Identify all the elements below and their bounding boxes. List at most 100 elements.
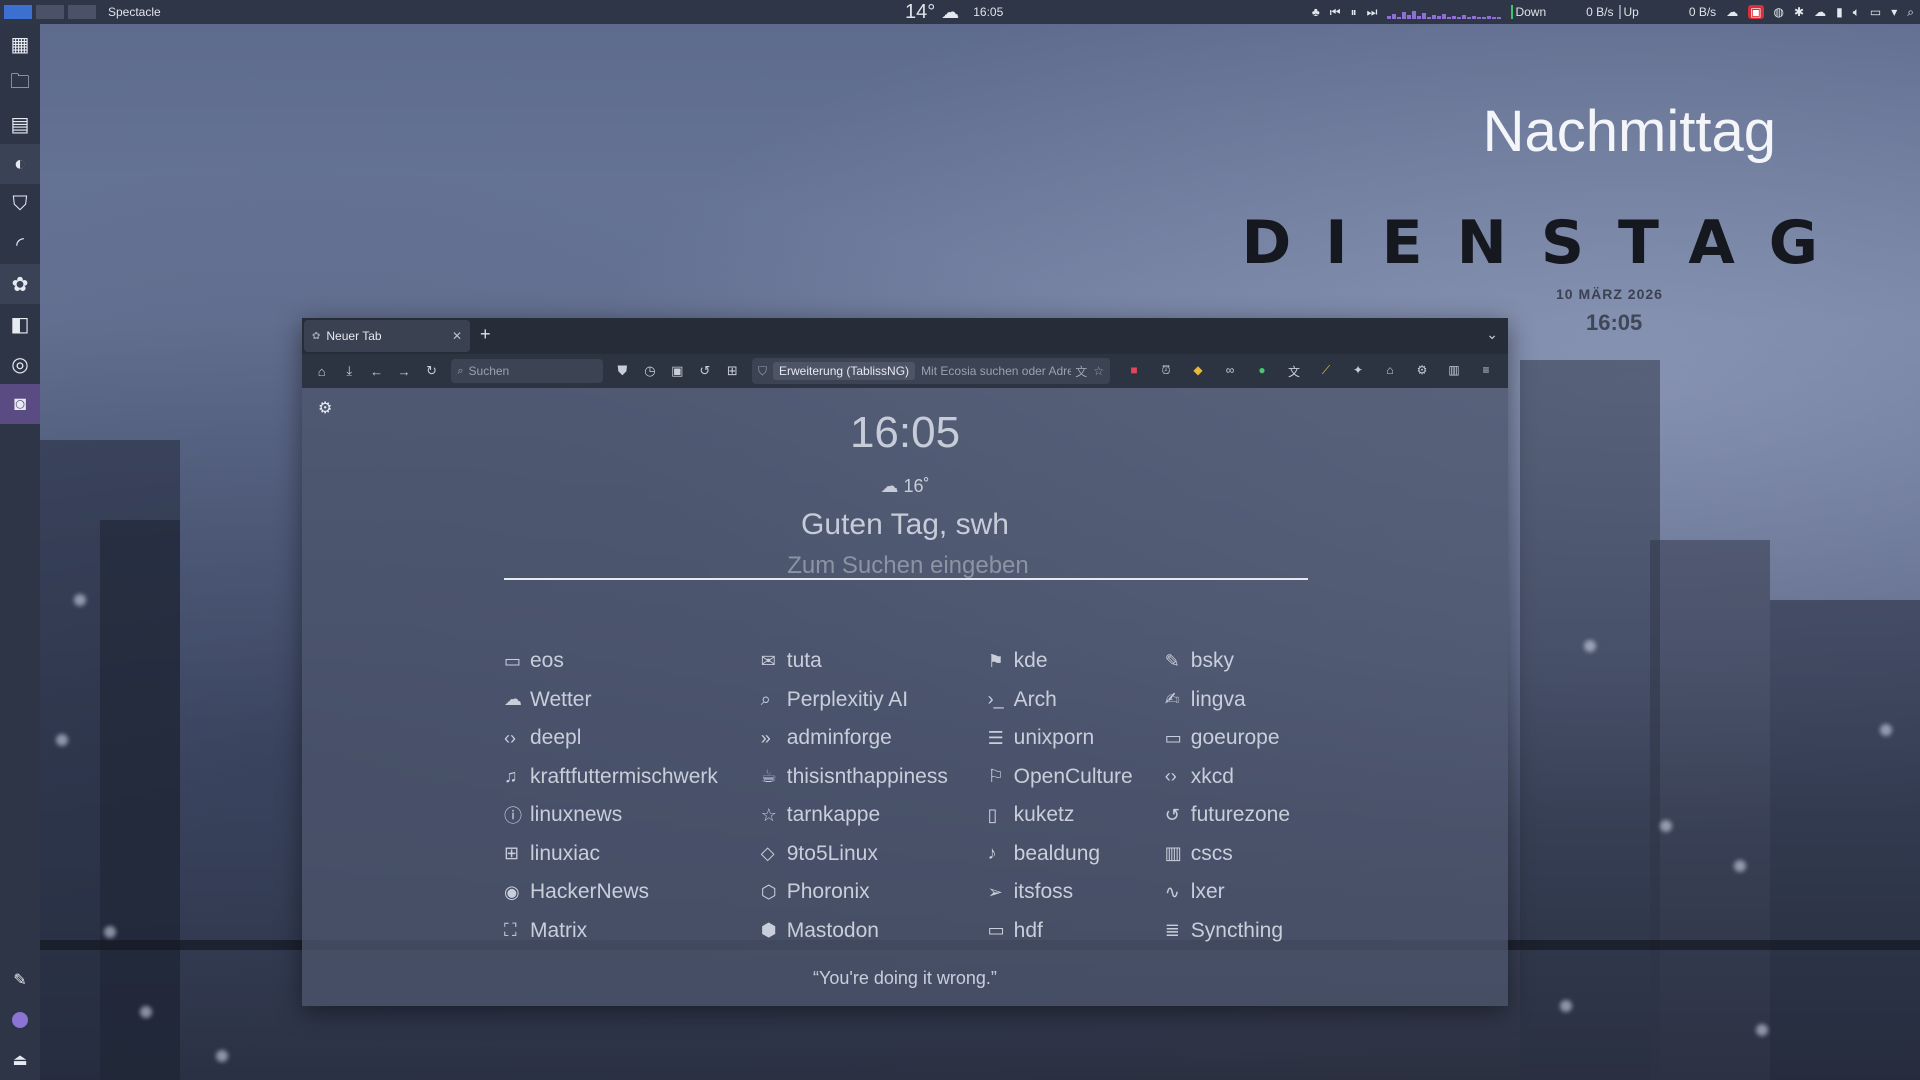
- cloud-sync-icon[interactable]: ☁: [1814, 5, 1826, 19]
- pause-icon[interactable]: ⏸: [1351, 5, 1357, 20]
- search-icon[interactable]: ⌕: [1907, 5, 1914, 20]
- quick-link[interactable]: ∿ lxer: [1165, 880, 1324, 904]
- app-tray-icon[interactable]: ▣: [1748, 5, 1764, 19]
- browser-icon[interactable]: ◐: [0, 144, 40, 184]
- tab-new-tab[interactable]: ✿ Neuer Tab ✕: [304, 320, 470, 352]
- chevron-down-icon[interactable]: ▾: [1891, 5, 1897, 19]
- quick-link[interactable]: ⊞ linuxiac: [504, 842, 761, 866]
- rss-icon[interactable]: ◜: [0, 224, 40, 264]
- quick-link[interactable]: ➢ itsfoss: [988, 880, 1165, 904]
- tab-title: Neuer Tab: [326, 329, 382, 343]
- history-icon[interactable]: ◷: [636, 363, 663, 379]
- eject-icon[interactable]: ⏏: [0, 1040, 40, 1080]
- quick-link[interactable]: ☆ tarnkappe: [761, 803, 988, 827]
- app-grid-icon[interactable]: ▦: [0, 24, 40, 64]
- quick-link[interactable]: ♫ kraftfuttermischwerk: [504, 765, 761, 789]
- extensions-grid-icon[interactable]: ⊞: [719, 363, 746, 379]
- quick-link-label: Syncthing: [1190, 918, 1284, 942]
- quick-link[interactable]: ✉ tuta: [761, 649, 988, 673]
- quick-link[interactable]: ▭ goeurope: [1165, 726, 1324, 750]
- quick-link[interactable]: ◉ HackerNews: [504, 880, 761, 904]
- chart-extension-icon[interactable]: ⟋: [1310, 363, 1342, 380]
- quick-link[interactable]: ⚑ kde: [988, 649, 1165, 673]
- alarm-extension-icon[interactable]: ⏰︎: [1150, 363, 1182, 380]
- volume-icon[interactable]: 🔈︎: [1853, 5, 1860, 20]
- newtab-search-input[interactable]: [504, 550, 1312, 582]
- quick-link[interactable]: ‹› deepl: [504, 726, 761, 750]
- calendar-icon[interactable]: ▣: [664, 363, 691, 379]
- quick-link[interactable]: ⛶ Matrix: [504, 919, 761, 943]
- back-icon[interactable]: ←: [363, 364, 390, 379]
- quick-link[interactable]: ⌕ Perplexitiy AI: [761, 688, 988, 712]
- bookmark-star-icon[interactable]: ☆: [1093, 364, 1104, 378]
- sidebar-icon[interactable]: ▥: [1438, 363, 1470, 380]
- forward-icon[interactable]: →: [390, 364, 417, 379]
- quick-link[interactable]: ↺ futurezone: [1165, 803, 1324, 827]
- translate-icon[interactable]: 文: [1075, 363, 1087, 380]
- menu-icon[interactable]: ≡: [1470, 363, 1502, 380]
- lightning-extension-icon[interactable]: ◆: [1182, 363, 1214, 380]
- quick-link[interactable]: ⓘ linuxnews: [504, 802, 761, 828]
- shield-icon[interactable]: ⛉: [758, 364, 767, 379]
- panel-clock-weather[interactable]: 14° ☁ 16:05: [905, 0, 1003, 24]
- quick-link[interactable]: ≣ Syncthing: [1165, 919, 1324, 943]
- network-graph: [1387, 5, 1502, 19]
- quick-link-label: lxer: [1190, 880, 1225, 904]
- quick-link[interactable]: ▭ hdf: [988, 919, 1165, 943]
- ublock-icon[interactable]: ⛊: [609, 363, 636, 379]
- quick-link[interactable]: ◇ 9to5Linux: [761, 842, 988, 866]
- folder-icon[interactable]: 🗀︎: [0, 64, 40, 104]
- quick-link[interactable]: ▥ cscs: [1165, 842, 1324, 866]
- color-swatch-icon[interactable]: [0, 1000, 40, 1040]
- previous-track-icon[interactable]: ⏮: [1330, 5, 1341, 20]
- quick-link[interactable]: ✍ lingva: [1165, 688, 1324, 712]
- quick-link[interactable]: ▯ kuketz: [988, 803, 1165, 827]
- download-icon[interactable]: ⤓: [335, 363, 362, 379]
- quick-link[interactable]: ⚐ OpenCulture: [988, 765, 1165, 789]
- undo-close-icon[interactable]: ↺: [691, 363, 718, 379]
- color-picker-icon[interactable]: ✎: [0, 960, 40, 1000]
- list-tabs-chevron-icon[interactable]: ⌄: [1486, 326, 1498, 343]
- globe-icon[interactable]: ◍: [1774, 5, 1784, 19]
- media-player-icon[interactable]: ♣: [1312, 5, 1320, 19]
- toolbar-search-box[interactable]: ⌕ Suchen: [451, 359, 603, 383]
- quick-link[interactable]: ‹› xkcd: [1165, 765, 1324, 789]
- virtual-desktop-3[interactable]: [68, 5, 96, 19]
- puzzle-extension-icon[interactable]: ✦: [1342, 363, 1374, 380]
- quick-link[interactable]: ✎ bsky: [1165, 649, 1324, 673]
- green-extension-icon[interactable]: ●: [1246, 363, 1278, 380]
- terminal-icon[interactable]: ▤: [0, 104, 40, 144]
- screenshot-icon[interactable]: ◙: [0, 384, 40, 424]
- weather-tray-icon[interactable]: ☁: [1726, 5, 1738, 19]
- reload-icon[interactable]: ↻: [418, 363, 445, 379]
- display-icon[interactable]: ▭: [1870, 5, 1881, 19]
- url-bar[interactable]: ⛉ Erweiterung (TablissNG) Mit Ecosia suc…: [752, 358, 1110, 384]
- target-icon[interactable]: ◎: [0, 344, 40, 384]
- quick-link[interactable]: ›_ Arch: [988, 688, 1165, 712]
- tag-extension-icon[interactable]: ⌂: [1374, 363, 1406, 380]
- quick-link[interactable]: ▭ eos: [504, 649, 761, 673]
- home-icon[interactable]: ⌂: [308, 364, 335, 379]
- quick-link[interactable]: ♪ bealdung: [988, 842, 1165, 866]
- next-track-icon[interactable]: ⏭: [1367, 5, 1378, 20]
- quick-link[interactable]: » adminforge: [761, 726, 988, 750]
- board-icon[interactable]: ◧: [0, 304, 40, 344]
- virtual-desktop-2[interactable]: [36, 5, 64, 19]
- new-tab-button[interactable]: +: [480, 324, 491, 345]
- close-tab-icon[interactable]: ✕: [452, 329, 462, 343]
- image-viewer-icon[interactable]: ✿: [0, 264, 40, 304]
- battery-icon[interactable]: ▮: [1836, 5, 1843, 19]
- translate-extension-icon[interactable]: 文: [1278, 363, 1310, 380]
- extension-chip[interactable]: Erweiterung (TablissNG): [773, 362, 916, 380]
- record-extension-icon[interactable]: ■: [1118, 363, 1150, 380]
- quick-link[interactable]: ☁ Wetter: [504, 688, 761, 712]
- quick-link[interactable]: ☰ unixporn: [988, 726, 1165, 750]
- virtual-desktop-1[interactable]: [4, 5, 32, 19]
- quick-link[interactable]: ⬢ Mastodon: [761, 919, 988, 943]
- glasses-extension-icon[interactable]: ∞: [1214, 363, 1246, 380]
- bluetooth-icon[interactable]: ✱: [1794, 5, 1804, 19]
- quick-link[interactable]: ☕ thisisnthappiness: [761, 765, 988, 789]
- settings-extension-icon[interactable]: ⚙: [1406, 363, 1438, 380]
- shield-icon[interactable]: ⛉: [0, 184, 40, 224]
- quick-link[interactable]: ⬡ Phoronix: [761, 880, 988, 904]
